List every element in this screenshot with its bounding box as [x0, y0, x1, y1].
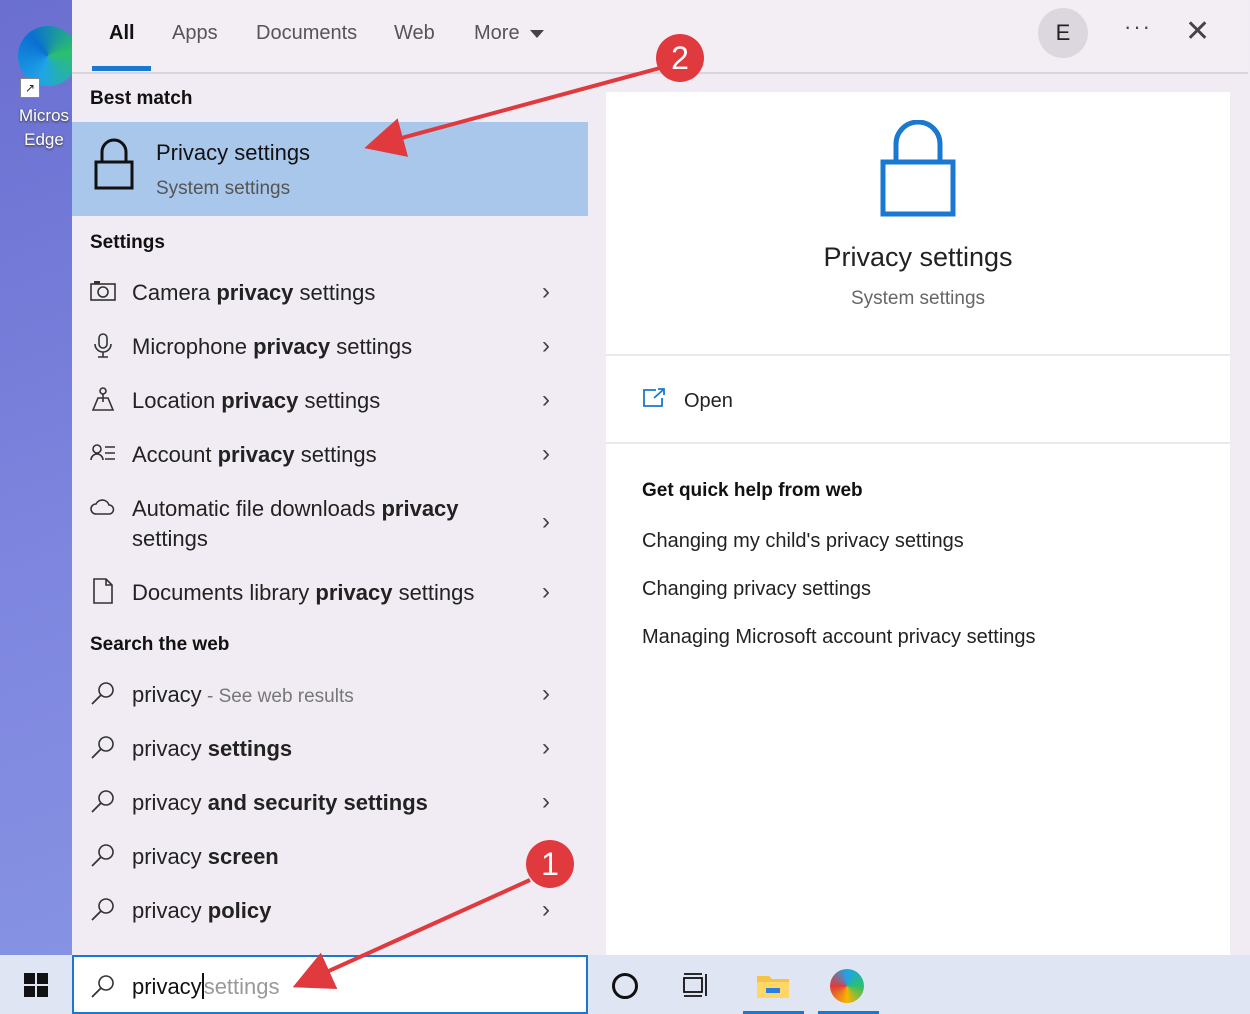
annotation-badge-2: 2: [656, 34, 704, 82]
annotation-arrows: [0, 0, 1250, 1014]
annotation-badge-1: 1: [526, 840, 574, 888]
